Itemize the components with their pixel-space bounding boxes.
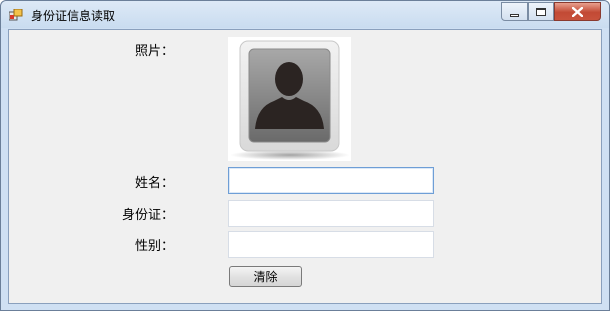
clear-button[interactable]: 清除 [229, 266, 302, 287]
name-input[interactable] [228, 167, 434, 194]
minimize-button[interactable] [501, 2, 528, 21]
sex-input[interactable] [228, 231, 434, 258]
id-number-input[interactable] [228, 200, 434, 227]
maximize-button[interactable] [528, 2, 554, 21]
photo-label: 照片： [134, 44, 174, 59]
close-icon [572, 6, 583, 17]
sex-label: 性别： [134, 239, 174, 254]
id-number-label: 身份证： [121, 208, 174, 223]
app-window-icon [9, 9, 23, 21]
title-bar[interactable]: 身份证信息读取 [1, 1, 609, 28]
name-label: 姓名： [134, 176, 174, 191]
form-panel: 照片： 姓名： 身份证： 性别： 清除 [8, 29, 602, 304]
photo-box [228, 37, 351, 161]
minimize-icon [510, 13, 519, 17]
maximize-icon [536, 7, 546, 16]
app-window: 身份证信息读取 照片： 姓名： 身份证： 性别： 清除 [0, 0, 610, 311]
window-title: 身份证信息读取 [31, 9, 116, 23]
close-button[interactable] [554, 2, 601, 21]
person-silhouette-icon [230, 40, 350, 160]
